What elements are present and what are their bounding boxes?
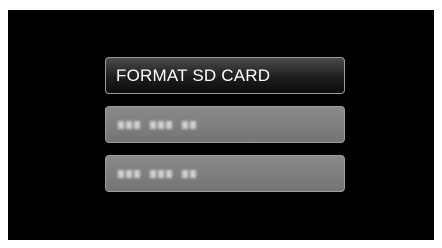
- menu-item-disabled-2: [105, 106, 345, 143]
- menu-item-label: FORMAT SD CARD: [116, 66, 271, 85]
- camera-menu-screen: FORMAT SD CARD: [8, 10, 434, 240]
- format-sd-card-button[interactable]: FORMAT SD CARD: [105, 57, 345, 94]
- blurred-label-placeholder: [118, 170, 196, 178]
- menu-item-disabled-3: [105, 155, 345, 192]
- blurred-label-placeholder: [118, 121, 196, 129]
